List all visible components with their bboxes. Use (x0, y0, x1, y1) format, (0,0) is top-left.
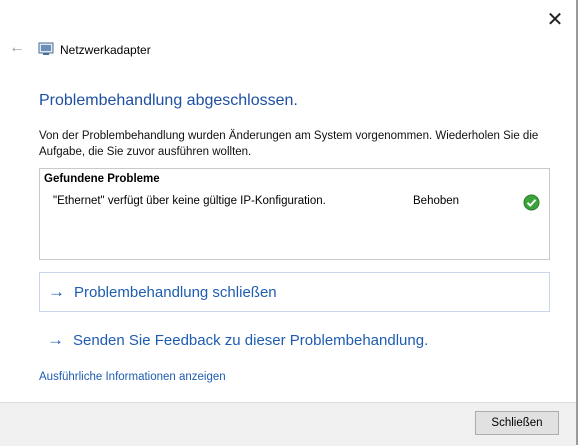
troubleshooter-window: ✕ ← Netzwerkadapter Problembehandlung ab… (0, 0, 578, 446)
footer-bar: Schließen (0, 402, 576, 446)
problems-header: Gefundene Probleme (44, 173, 160, 185)
close-troubleshooter-link[interactable]: → Problembehandlung schließen (39, 272, 550, 312)
window-title: Netzwerkadapter (60, 43, 151, 57)
green-check-icon (523, 194, 540, 211)
description-text: Von der Problembehandlung wurden Änderun… (39, 130, 539, 158)
send-feedback-label: Senden Sie Feedback zu dieser Problembeh… (73, 331, 429, 349)
close-icon[interactable]: ✕ (538, 4, 572, 34)
close-button[interactable]: Schließen (475, 411, 559, 435)
problem-row: "Ethernet" verfügt über keine gültige IP… (53, 194, 543, 212)
send-feedback-link[interactable]: → Senden Sie Feedback zu dieser Problemb… (39, 320, 550, 360)
close-troubleshooter-label: Problembehandlung schließen (74, 283, 277, 301)
problems-panel: Gefundene Probleme "Ethernet" verfügt üb… (39, 168, 550, 260)
arrow-right-icon: → (47, 330, 64, 349)
back-arrow-icon[interactable]: ← (8, 37, 26, 59)
page-heading: Problembehandlung abgeschlossen. (39, 92, 298, 109)
network-adapter-icon (38, 42, 54, 55)
arrow-right-icon: → (48, 282, 65, 301)
problem-description: "Ethernet" verfügt über keine gültige IP… (53, 195, 326, 207)
show-details-link[interactable]: Ausführliche Informationen anzeigen (39, 371, 226, 383)
problem-status: Behoben (413, 195, 460, 207)
